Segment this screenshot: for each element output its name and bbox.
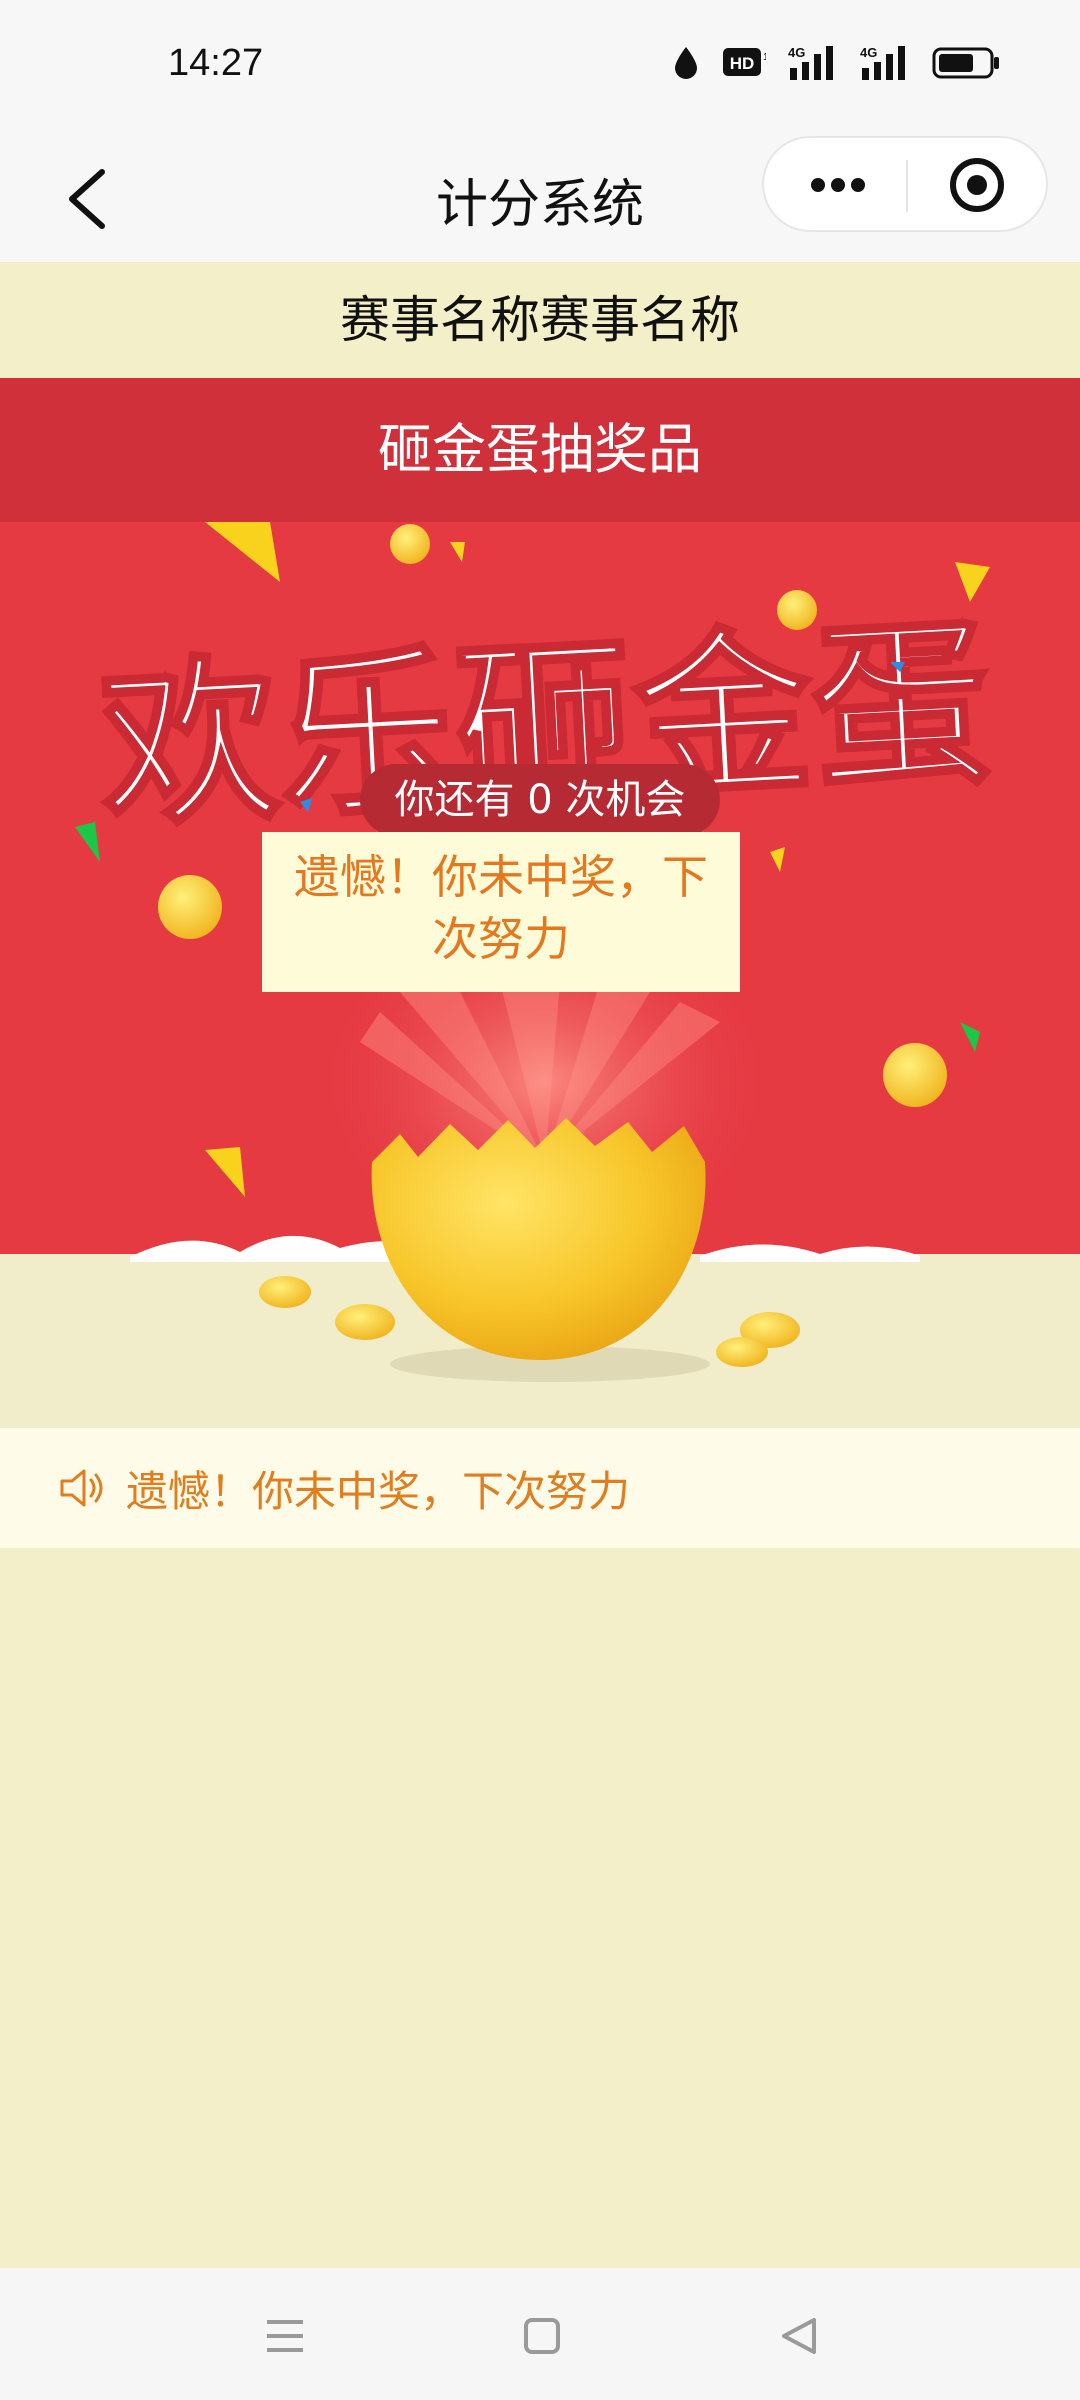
status-time: 14:27 (168, 42, 264, 84)
home-square-icon[interactable] (512, 2306, 572, 2366)
target-circle-icon[interactable] (922, 148, 1032, 222)
event-name: 赛事名称赛事名称 (0, 262, 1080, 378)
notice-bar: 遗憾！你未中奖，下次努力 (0, 1428, 1080, 1548)
capsule-divider (906, 160, 908, 212)
svg-text:4G: 4G (860, 45, 877, 60)
water-drop-icon (675, 47, 697, 79)
prize-header: 砸金蛋抽奖品 (0, 378, 1080, 522)
system-nav-bar (0, 2268, 1080, 2400)
signal-4g-icon: 4G (860, 45, 905, 80)
status-bar: 14:27 HD 1 4G 4G (0, 0, 1080, 134)
svg-text:1: 1 (763, 52, 766, 63)
menu-lines-icon[interactable] (255, 2306, 315, 2366)
status-icons: HD 1 4G 4G (672, 44, 1002, 82)
svg-text:HD: HD (730, 54, 755, 73)
svg-text:4G: 4G (788, 45, 805, 60)
result-popup: 遗憾！你未中奖，下次努力 (262, 832, 740, 992)
hd-icon: HD 1 (723, 48, 766, 76)
back-triangle-icon[interactable] (770, 2306, 830, 2366)
nav-bar: 计分系统 (0, 134, 1080, 262)
battery-icon (932, 47, 999, 79)
capsule-menu (762, 136, 1048, 232)
notice-text: 遗憾！你未中奖，下次努力 (126, 1466, 631, 1516)
chances-remaining: 你还有 0 次机会 (360, 764, 720, 836)
speaker-icon (60, 1469, 103, 1507)
more-dots-icon[interactable] (782, 150, 892, 220)
signal-4g-icon: 4G (788, 45, 833, 80)
